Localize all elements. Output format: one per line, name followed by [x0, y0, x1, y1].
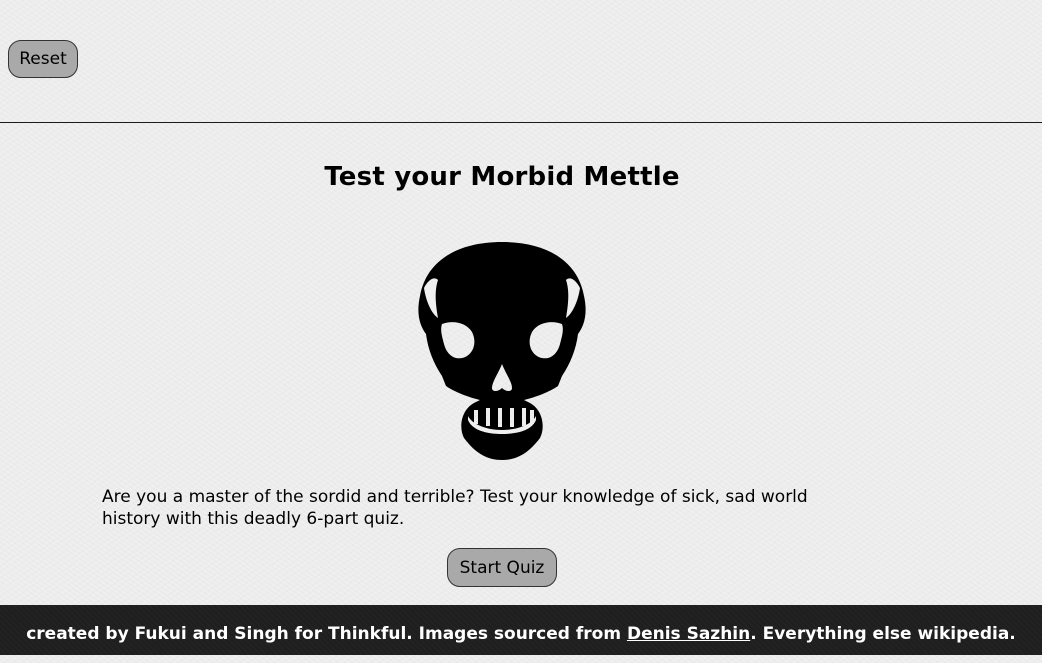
page-title: Test your Morbid Mettle [324, 162, 680, 192]
footer-credit-text: created by Fukui and Singh for Thinkful.… [26, 624, 627, 644]
footer-trailing-text: . Everything else wikipedia. [750, 624, 1016, 644]
footer: created by Fukui and Singh for Thinkful.… [0, 605, 1042, 655]
header: Reset [0, 0, 1042, 123]
reset-button[interactable]: Reset [8, 40, 78, 78]
start-quiz-button[interactable]: Start Quiz [447, 548, 557, 587]
quiz-intro-text: Are you a master of the sordid and terri… [102, 487, 808, 529]
denis-sazhin-link[interactable]: Denis Sazhin [627, 624, 750, 644]
skull-icon [418, 242, 586, 460]
